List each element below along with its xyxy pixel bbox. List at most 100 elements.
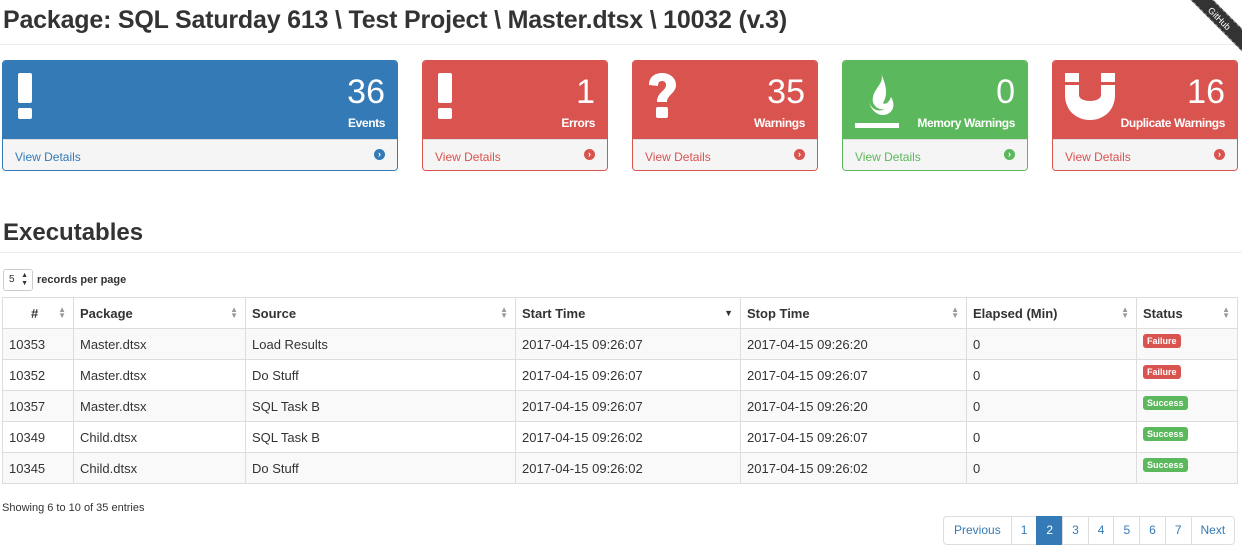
sort-icon[interactable]: ▲ ▼ — [951, 306, 959, 320]
events-panel-heading: 36 Events — [3, 61, 397, 139]
records-per-page-label: records per page — [37, 274, 127, 286]
cell-stop-time: 2017-04-15 09:26:07 — [740, 421, 967, 453]
select-arrows-icon: ▲ ▼ — [21, 272, 28, 287]
table-row: 10357 Master.dtsx SQL Task B 2017-04-15 … — [2, 390, 1238, 422]
cell-source: SQL Task B — [245, 421, 516, 453]
cell-stop-time: 2017-04-15 09:26:20 — [740, 328, 967, 360]
duplicate-warnings-panel-heading: 16 Duplicate Warnings — [1053, 61, 1237, 139]
sort-icon[interactable]: ▲ ▼ — [230, 306, 238, 320]
cell-elapsed: 0 — [966, 359, 1137, 391]
table-row: 10349 Child.dtsx SQL Task B 2017-04-15 0… — [2, 421, 1238, 453]
cell-status: Failure — [1136, 359, 1238, 391]
memory-warnings-panel: 0 Memory Warnings View Details › — [842, 60, 1028, 171]
pagination-page-4[interactable]: 4 — [1087, 516, 1115, 545]
cell-id: 10349 — [2, 421, 74, 453]
warnings-label: Warnings — [753, 116, 805, 130]
errors-count: 1 — [576, 73, 595, 111]
cell-package: Child.dtsx — [73, 421, 246, 453]
arrow-circle-right-icon[interactable]: › — [794, 149, 805, 160]
pagination-page-5[interactable]: 5 — [1113, 516, 1141, 545]
events-view-details[interactable]: View Details › — [3, 139, 397, 170]
records-per-page-control: 5 ▲ ▼ records per page — [3, 269, 126, 291]
view-details-link[interactable]: View Details — [645, 150, 711, 164]
duplicate-warnings-panel: 16 Duplicate Warnings View Details › — [1052, 60, 1238, 171]
cell-stop-time: 2017-04-15 09:26:07 — [740, 359, 967, 391]
view-details-link[interactable]: View Details — [1065, 150, 1131, 164]
status-badge: Failure — [1143, 365, 1181, 379]
errors-view-details[interactable]: View Details › — [423, 139, 607, 170]
sort-icon[interactable]: ▲ ▼ — [500, 306, 508, 320]
arrow-circle-right-icon[interactable]: › — [1214, 149, 1225, 160]
arrow-circle-right-icon[interactable]: › — [374, 149, 385, 160]
duplicate-warnings-view-details[interactable]: View Details › — [1053, 139, 1237, 170]
status-badge: Success — [1143, 458, 1188, 472]
arrow-circle-right-icon[interactable]: › — [1004, 149, 1015, 160]
memory-warnings-count: 0 — [996, 73, 1015, 111]
warnings-count: 35 — [767, 73, 805, 111]
cell-id: 10357 — [2, 390, 74, 422]
sort-icon[interactable]: ▲ ▼ — [58, 306, 66, 320]
sort-desc-icon[interactable]: ▼ — [724, 309, 733, 318]
github-ribbon-label[interactable]: GitHub — [1182, 0, 1242, 60]
executables-table: # ▲ ▼ Package ▲ ▼ Source ▲ ▼ Start Time ▼ Stop … — [2, 297, 1238, 484]
cell-package: Child.dtsx — [73, 452, 246, 484]
cell-package: Master.dtsx — [73, 328, 246, 360]
view-details-link[interactable]: View Details — [15, 150, 81, 164]
column-header-id[interactable]: # ▲ ▼ — [2, 297, 74, 329]
pagination-previous[interactable]: Previous — [943, 516, 1012, 545]
errors-panel-heading: 1 Errors — [423, 61, 607, 139]
warnings-panel: 35 Warnings View Details › — [632, 60, 818, 171]
cell-stop-time: 2017-04-15 09:26:02 — [740, 452, 967, 484]
cell-source: Load Results — [245, 328, 516, 360]
cell-start-time: 2017-04-15 09:26:02 — [515, 421, 741, 453]
cell-start-time: 2017-04-15 09:26:07 — [515, 359, 741, 391]
status-badge: Success — [1143, 396, 1188, 410]
cell-status: Failure — [1136, 328, 1238, 360]
cell-stop-time: 2017-04-15 09:26:20 — [740, 390, 967, 422]
cell-start-time: 2017-04-15 09:26:02 — [515, 452, 741, 484]
column-header-source[interactable]: Source ▲ ▼ — [245, 297, 516, 329]
executables-title: Executables — [3, 219, 144, 246]
cell-package: Master.dtsx — [73, 390, 246, 422]
sort-icon[interactable]: ▲ ▼ — [1121, 306, 1129, 320]
pagination-page-2[interactable]: 2 — [1036, 516, 1064, 545]
pagination-page-3[interactable]: 3 — [1062, 516, 1089, 545]
column-header-package[interactable]: Package ▲ ▼ — [73, 297, 246, 329]
memory-warnings-view-details[interactable]: View Details › — [843, 139, 1027, 170]
cell-source: SQL Task B — [245, 390, 516, 422]
fire-icon — [855, 73, 899, 134]
pagination-page-6[interactable]: 6 — [1139, 516, 1166, 545]
events-count: 36 — [347, 73, 385, 111]
table-row: 10345 Child.dtsx Do Stuff 2017-04-15 09:… — [2, 452, 1238, 484]
column-header-status[interactable]: Status ▲ ▼ — [1136, 297, 1238, 329]
pagination-page-7[interactable]: 7 — [1164, 516, 1192, 545]
column-header-start-time[interactable]: Start Time ▼ — [515, 297, 741, 329]
magnet-icon — [1065, 73, 1115, 126]
errors-panel: 1 Errors View Details › — [422, 60, 608, 171]
section-divider — [0, 252, 1242, 253]
events-label: Events — [348, 116, 385, 130]
cell-id: 10345 — [2, 452, 74, 484]
cell-elapsed: 0 — [966, 452, 1137, 484]
cell-status: Success — [1136, 390, 1238, 422]
page-size-select[interactable]: 5 ▲ ▼ — [3, 269, 33, 291]
pagination-page-1[interactable]: 1 — [1010, 516, 1038, 545]
arrow-circle-right-icon[interactable]: › — [584, 149, 595, 160]
column-header-elapsed[interactable]: Elapsed (Min) ▲ ▼ — [966, 297, 1137, 329]
errors-label: Errors — [561, 116, 595, 130]
github-ribbon[interactable]: GitHub — [1182, 0, 1242, 60]
status-badge: Failure — [1143, 334, 1181, 348]
pagination-next[interactable]: Next — [1190, 516, 1236, 545]
duplicate-warnings-count: 16 — [1187, 73, 1225, 111]
cell-start-time: 2017-04-15 09:26:07 — [515, 390, 741, 422]
view-details-link[interactable]: View Details — [855, 150, 921, 164]
warnings-panel-heading: 35 Warnings — [633, 61, 817, 139]
warnings-view-details[interactable]: View Details › — [633, 139, 817, 170]
cell-start-time: 2017-04-15 09:26:07 — [515, 328, 741, 360]
cell-source: Do Stuff — [245, 359, 516, 391]
question-icon — [645, 73, 679, 124]
view-details-link[interactable]: View Details — [435, 150, 501, 164]
cell-status: Success — [1136, 421, 1238, 453]
sort-icon[interactable]: ▲ ▼ — [1222, 306, 1230, 320]
column-header-stop-time[interactable]: Stop Time ▲ ▼ — [740, 297, 967, 329]
